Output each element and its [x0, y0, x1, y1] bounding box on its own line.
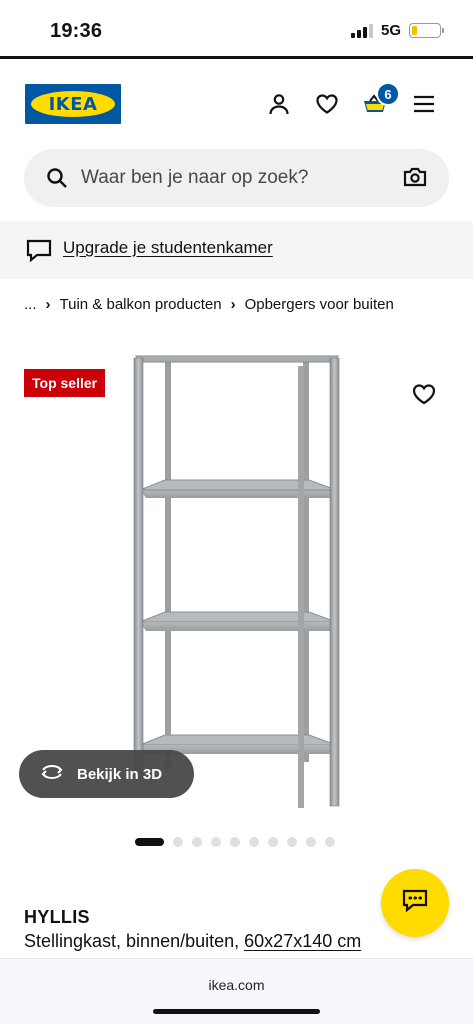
chevron-right-icon: › — [45, 296, 51, 313]
status-time: 19:36 — [50, 20, 103, 42]
carousel-dot[interactable] — [249, 837, 259, 847]
view-in-3d-button[interactable]: Bekijk in 3D — [19, 750, 194, 798]
logo-text: IKEA — [48, 93, 98, 115]
menu-icon[interactable] — [410, 90, 438, 118]
promo-link[interactable]: Upgrade je studentenkamer — [63, 238, 273, 258]
browser-address-bar: ikea.com — [0, 958, 473, 1024]
browser-url[interactable]: ikea.com — [0, 977, 473, 993]
promo-banner: Upgrade je studentenkamer — [0, 221, 473, 279]
chat-bubble-icon — [26, 239, 52, 268]
product-name: HYLLIS — [24, 907, 90, 927]
image-carousel-dots — [135, 837, 335, 847]
carousel-dot[interactable] — [192, 837, 202, 847]
product-type: Stellingkast, binnen/buiten, — [24, 931, 245, 951]
battery-icon — [409, 23, 444, 38]
carousel-dot[interactable] — [306, 837, 316, 847]
breadcrumb-item[interactable]: Tuin & balkon producten — [60, 296, 222, 313]
carousel-dot[interactable] — [325, 837, 335, 847]
top-seller-badge: Top seller — [24, 369, 106, 397]
breadcrumb-item[interactable]: ... — [24, 296, 37, 313]
ikea-logo[interactable]: IKEA — [25, 84, 121, 124]
rotate-3d-icon — [39, 763, 65, 785]
breadcrumb-item[interactable]: Opbergers voor buiten — [245, 296, 394, 313]
carousel-dot[interactable] — [268, 837, 278, 847]
product-description: Stellingkast, binnen/buiten, 60x27x140 c… — [24, 931, 361, 952]
search-icon[interactable] — [46, 167, 68, 194]
product-size-link[interactable]: 60x27x140 cm — [244, 931, 361, 951]
signal-icon — [350, 23, 373, 38]
chat-icon — [402, 889, 428, 918]
view-in-3d-label: Bekijk in 3D — [77, 765, 163, 783]
status-divider — [0, 56, 473, 59]
carousel-dot[interactable] — [230, 837, 240, 847]
status-bar: 19:36 5G — [0, 0, 473, 58]
site-header: IKEA 6 — [0, 74, 473, 134]
status-indicators: 5G — [350, 22, 444, 39]
carousel-dot[interactable] — [173, 837, 183, 847]
carousel-dot[interactable] — [287, 837, 297, 847]
carousel-dot[interactable] — [211, 837, 221, 847]
cart-count-badge: 6 — [376, 82, 400, 106]
search-bar — [24, 149, 449, 207]
heart-icon[interactable] — [410, 380, 438, 408]
user-icon[interactable] — [265, 90, 293, 118]
chat-button[interactable] — [381, 869, 449, 937]
search-input[interactable] — [81, 149, 381, 207]
breadcrumb: ... › Tuin & balkon producten › Opberger… — [24, 296, 394, 313]
network-label: 5G — [380, 22, 401, 39]
chevron-right-icon: › — [230, 296, 236, 313]
carousel-dot[interactable] — [135, 838, 164, 846]
heart-icon[interactable] — [313, 90, 341, 118]
camera-icon[interactable] — [403, 166, 427, 193]
home-indicator[interactable] — [153, 1009, 320, 1014]
